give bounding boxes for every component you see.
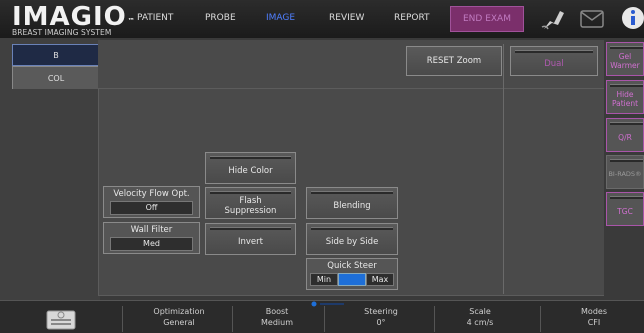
velocity-flow-opt-control[interactable]: Velocity Flow Opt. Off xyxy=(103,186,200,218)
tab-patient[interactable]: PATIENT xyxy=(137,13,173,23)
wall-filter-control[interactable]: Wall Filter Med xyxy=(103,222,200,254)
quick-steer-min[interactable]: Min xyxy=(310,273,338,286)
mode-tab-col[interactable]: COL xyxy=(12,66,100,89)
mail-icon[interactable] xyxy=(580,10,604,28)
gel-warmer-button[interactable]: Gel Warmer xyxy=(606,42,644,76)
flash-suppression-button[interactable]: Flash Suppression xyxy=(205,187,296,219)
tab-probe[interactable]: PROBE xyxy=(205,13,236,23)
hide-patient-button[interactable]: Hide Patient xyxy=(606,80,644,114)
tab-image[interactable]: IMAGE xyxy=(266,13,295,23)
hide-color-button[interactable]: Hide Color xyxy=(205,152,296,184)
logo: IMAGIO™ xyxy=(12,2,136,32)
wall-filter-value: Med xyxy=(110,237,193,251)
separator xyxy=(540,306,541,332)
blending-button[interactable]: Blending xyxy=(306,187,398,219)
invert-button[interactable]: Invert xyxy=(205,223,296,255)
dual-button[interactable]: Dual xyxy=(510,46,598,76)
mode-tab-b[interactable]: B xyxy=(12,44,100,66)
quick-steer-zero[interactable]: 0 xyxy=(338,273,366,286)
probe-icon[interactable] xyxy=(540,7,566,31)
logo-subtitle: BREAST IMAGING SYSTEM xyxy=(12,28,112,37)
tab-review[interactable]: REVIEW xyxy=(329,13,364,23)
scale-control[interactable]: Scale 4 cm/s xyxy=(438,306,522,332)
quick-steer-max[interactable]: Max xyxy=(366,273,394,286)
velocity-flow-opt-value: Off xyxy=(110,201,193,215)
divider xyxy=(503,44,504,294)
side-by-side-button[interactable]: Side by Side xyxy=(306,223,398,255)
end-exam-button[interactable]: END EXAM xyxy=(450,6,524,32)
reset-zoom-button[interactable]: RESET Zoom xyxy=(406,46,502,76)
optimization-control[interactable]: Optimization General xyxy=(128,306,230,332)
info-icon[interactable] xyxy=(620,5,644,31)
quick-steer-control: Quick Steer Min 0 Max xyxy=(306,258,398,290)
separator xyxy=(324,306,325,332)
qr-button[interactable]: Q/R xyxy=(606,118,644,152)
modes-control[interactable]: Modes CFI xyxy=(544,306,644,332)
separator xyxy=(122,306,123,332)
separator xyxy=(434,306,435,332)
boost-control[interactable]: Boost Medium xyxy=(236,306,318,332)
steering-control[interactable]: Steering 0° xyxy=(330,306,432,332)
keyboard-icon[interactable] xyxy=(46,310,76,330)
separator xyxy=(232,306,233,332)
tgc-button[interactable]: TGC xyxy=(606,192,644,226)
tab-report[interactable]: REPORT xyxy=(394,13,430,23)
birads-button[interactable]: BI-RADS® xyxy=(606,155,644,189)
